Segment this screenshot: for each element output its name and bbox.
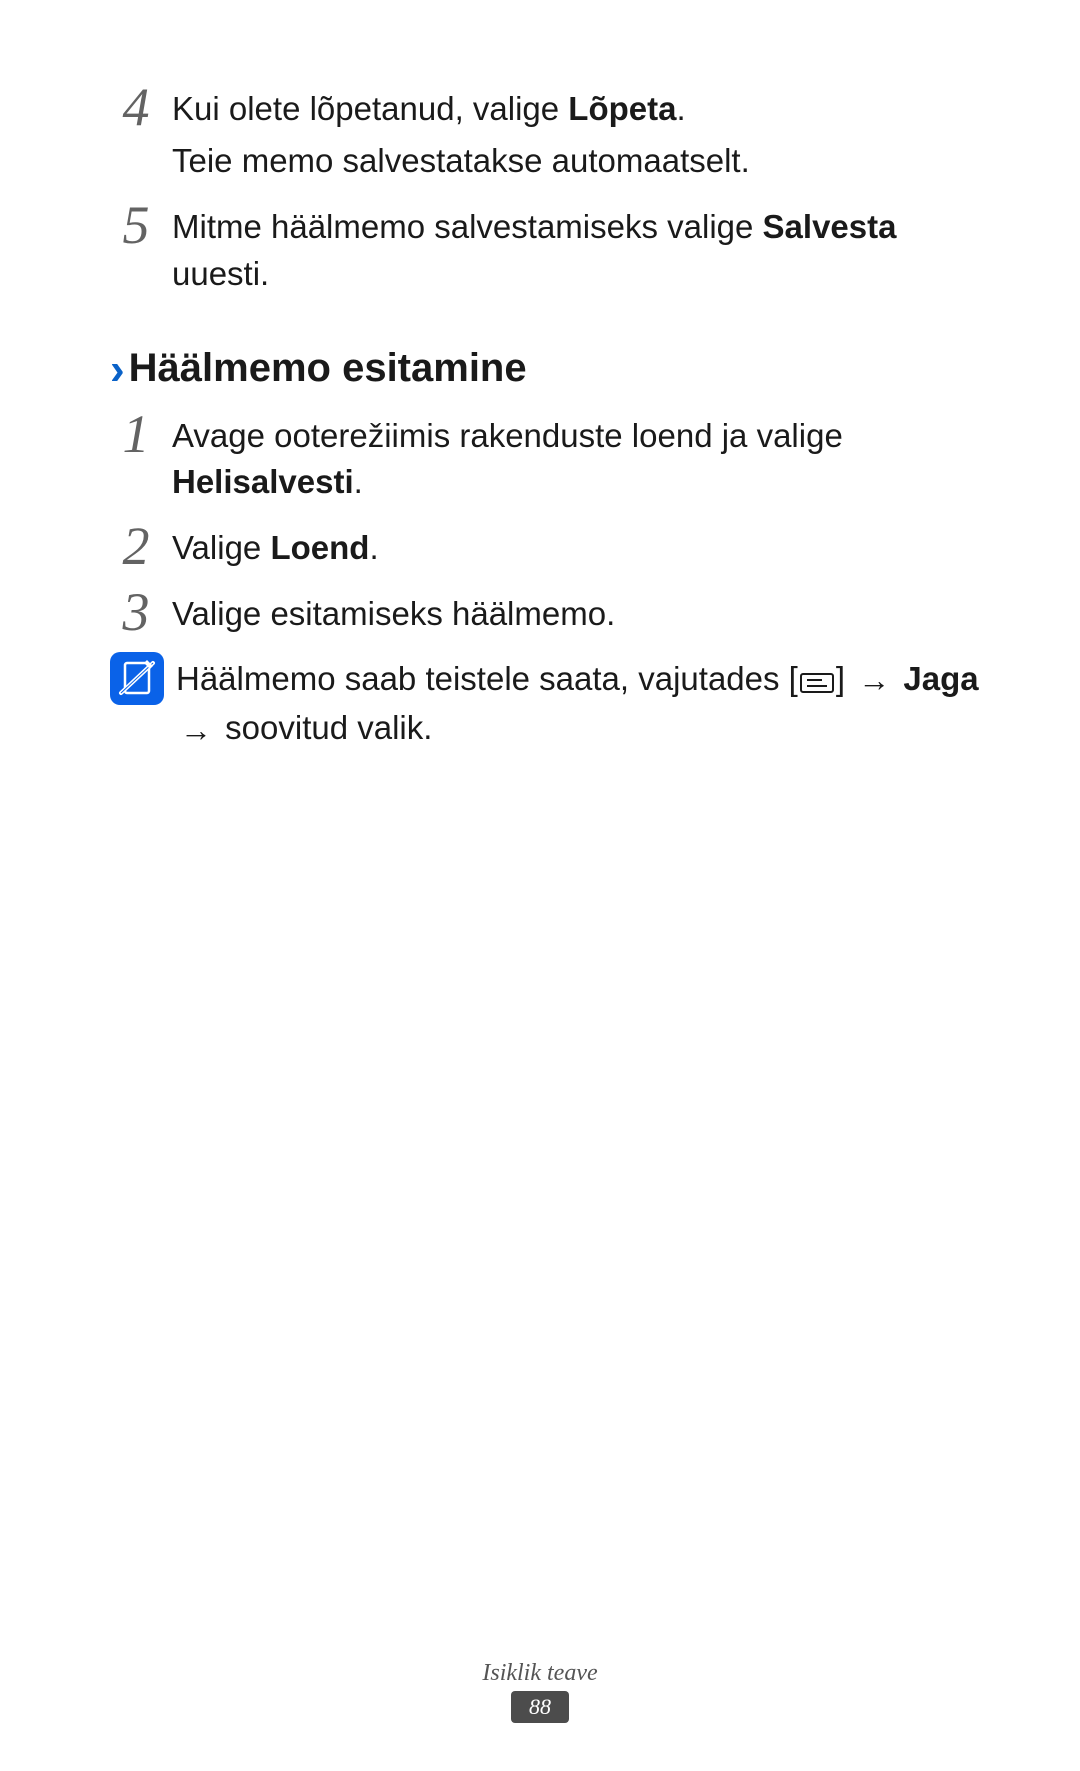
note-jaga-label: Jaga: [903, 660, 978, 697]
note-pre-text: Häälmemo saab teistele saata, vajutades …: [176, 660, 798, 697]
note-tail-text: soovitud valik.: [225, 709, 432, 746]
arrow-right-icon: →: [858, 658, 890, 703]
step-number: 3: [110, 585, 162, 639]
note-text: Häälmemo saab teistele saata, vajutades …: [176, 652, 980, 753]
note-icon: [110, 652, 164, 705]
main-steps-list: 1Avage ooterežiimis rakenduste loend ja …: [110, 407, 980, 644]
step-number: 2: [110, 519, 162, 573]
footer-section-label: Isiklik teave: [0, 1660, 1080, 1687]
step-line: Teie memo salvestatakse automaatselt.: [172, 138, 750, 184]
step-row: 3Valige esitamiseks häälmemo.: [110, 585, 980, 643]
step-number: 1: [110, 407, 162, 461]
step-number: 4: [110, 80, 162, 134]
step-body: Kui olete lõpetanud, valige Lõpeta. Teie …: [172, 80, 750, 190]
upper-steps-list: 4Kui olete lõpetanud, valige Lõpeta. Teie…: [110, 80, 980, 303]
page-number-badge: 88: [511, 1691, 569, 1723]
step-line: Mitme häälmemo salvestamiseks valige Sal…: [172, 204, 980, 296]
section-heading-text: Häälmemo esitamine: [129, 346, 527, 391]
chevron-right-icon: ›: [110, 348, 125, 392]
step-body: Valige Loend.: [172, 519, 379, 577]
document-page: 4Kui olete lõpetanud, valige Lõpeta. Teie…: [0, 0, 1080, 1771]
step-row: 1Avage ooterežiimis rakenduste loend ja …: [110, 407, 980, 511]
section-heading: › Häälmemo esitamine: [110, 345, 980, 391]
menu-key-icon: [800, 659, 834, 705]
step-line: Kui olete lõpetanud, valige Lõpeta.: [172, 86, 750, 132]
step-body: Avage ooterežiimis rakenduste loend ja v…: [172, 407, 980, 511]
step-line: Avage ooterežiimis rakenduste loend ja v…: [172, 413, 980, 505]
step-row: 5Mitme häälmemo salvestamiseks valige Sa…: [110, 198, 980, 302]
note-block: Häälmemo saab teistele saata, vajutades …: [110, 652, 980, 753]
note-post-bracket: ]: [836, 660, 854, 697]
step-row: 2Valige Loend.: [110, 519, 980, 577]
page-footer: Isiklik teave 88: [0, 1660, 1080, 1723]
step-body: Mitme häälmemo salvestamiseks valige Sal…: [172, 198, 980, 302]
step-row: 4Kui olete lõpetanud, valige Lõpeta. Teie…: [110, 80, 980, 190]
step-number: 5: [110, 198, 162, 252]
arrow-right-icon: →: [180, 708, 212, 753]
step-body: Valige esitamiseks häälmemo.: [172, 585, 615, 643]
step-line: Valige esitamiseks häälmemo.: [172, 591, 615, 637]
step-line: Valige Loend.: [172, 525, 379, 571]
